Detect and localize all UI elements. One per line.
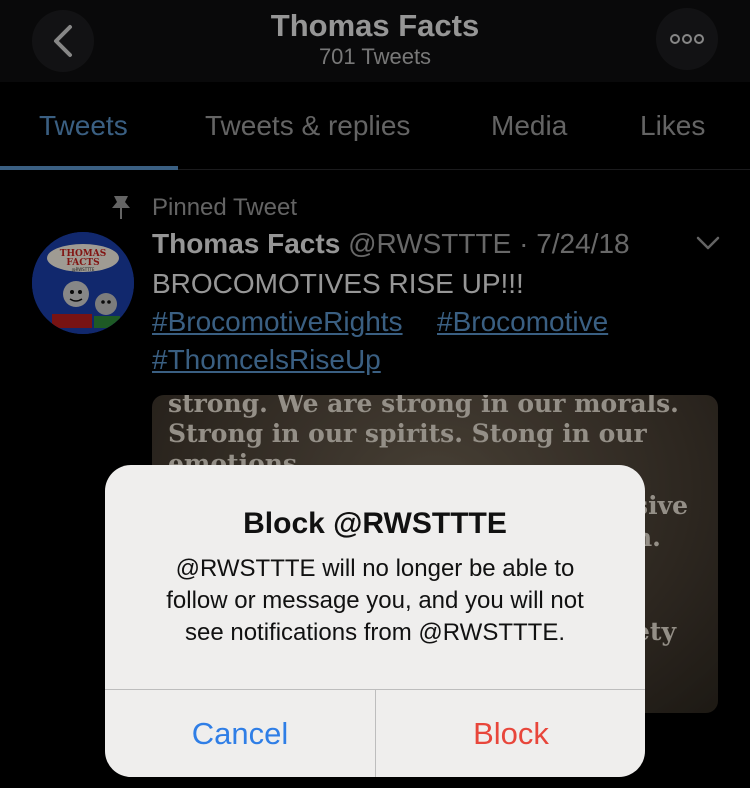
dialog-message-line: follow or message you, and you will not [166, 587, 584, 614]
cancel-button[interactable]: Cancel [105, 690, 375, 777]
block-button[interactable]: Block [376, 690, 645, 777]
dialog-title: Block @RWSTTTE [243, 507, 507, 540]
dialog-message-line: see notifications from @RWSTTTE. [184, 619, 565, 646]
dialog-message: @RWSTTTE will no longer be able to follo… [125, 553, 625, 649]
block-confirmation-dialog: Block @RWSTTTE @RWSTTTE will no longer b… [105, 465, 645, 777]
dialog-message-line: @RWSTTTE will no longer be able to [175, 555, 575, 582]
